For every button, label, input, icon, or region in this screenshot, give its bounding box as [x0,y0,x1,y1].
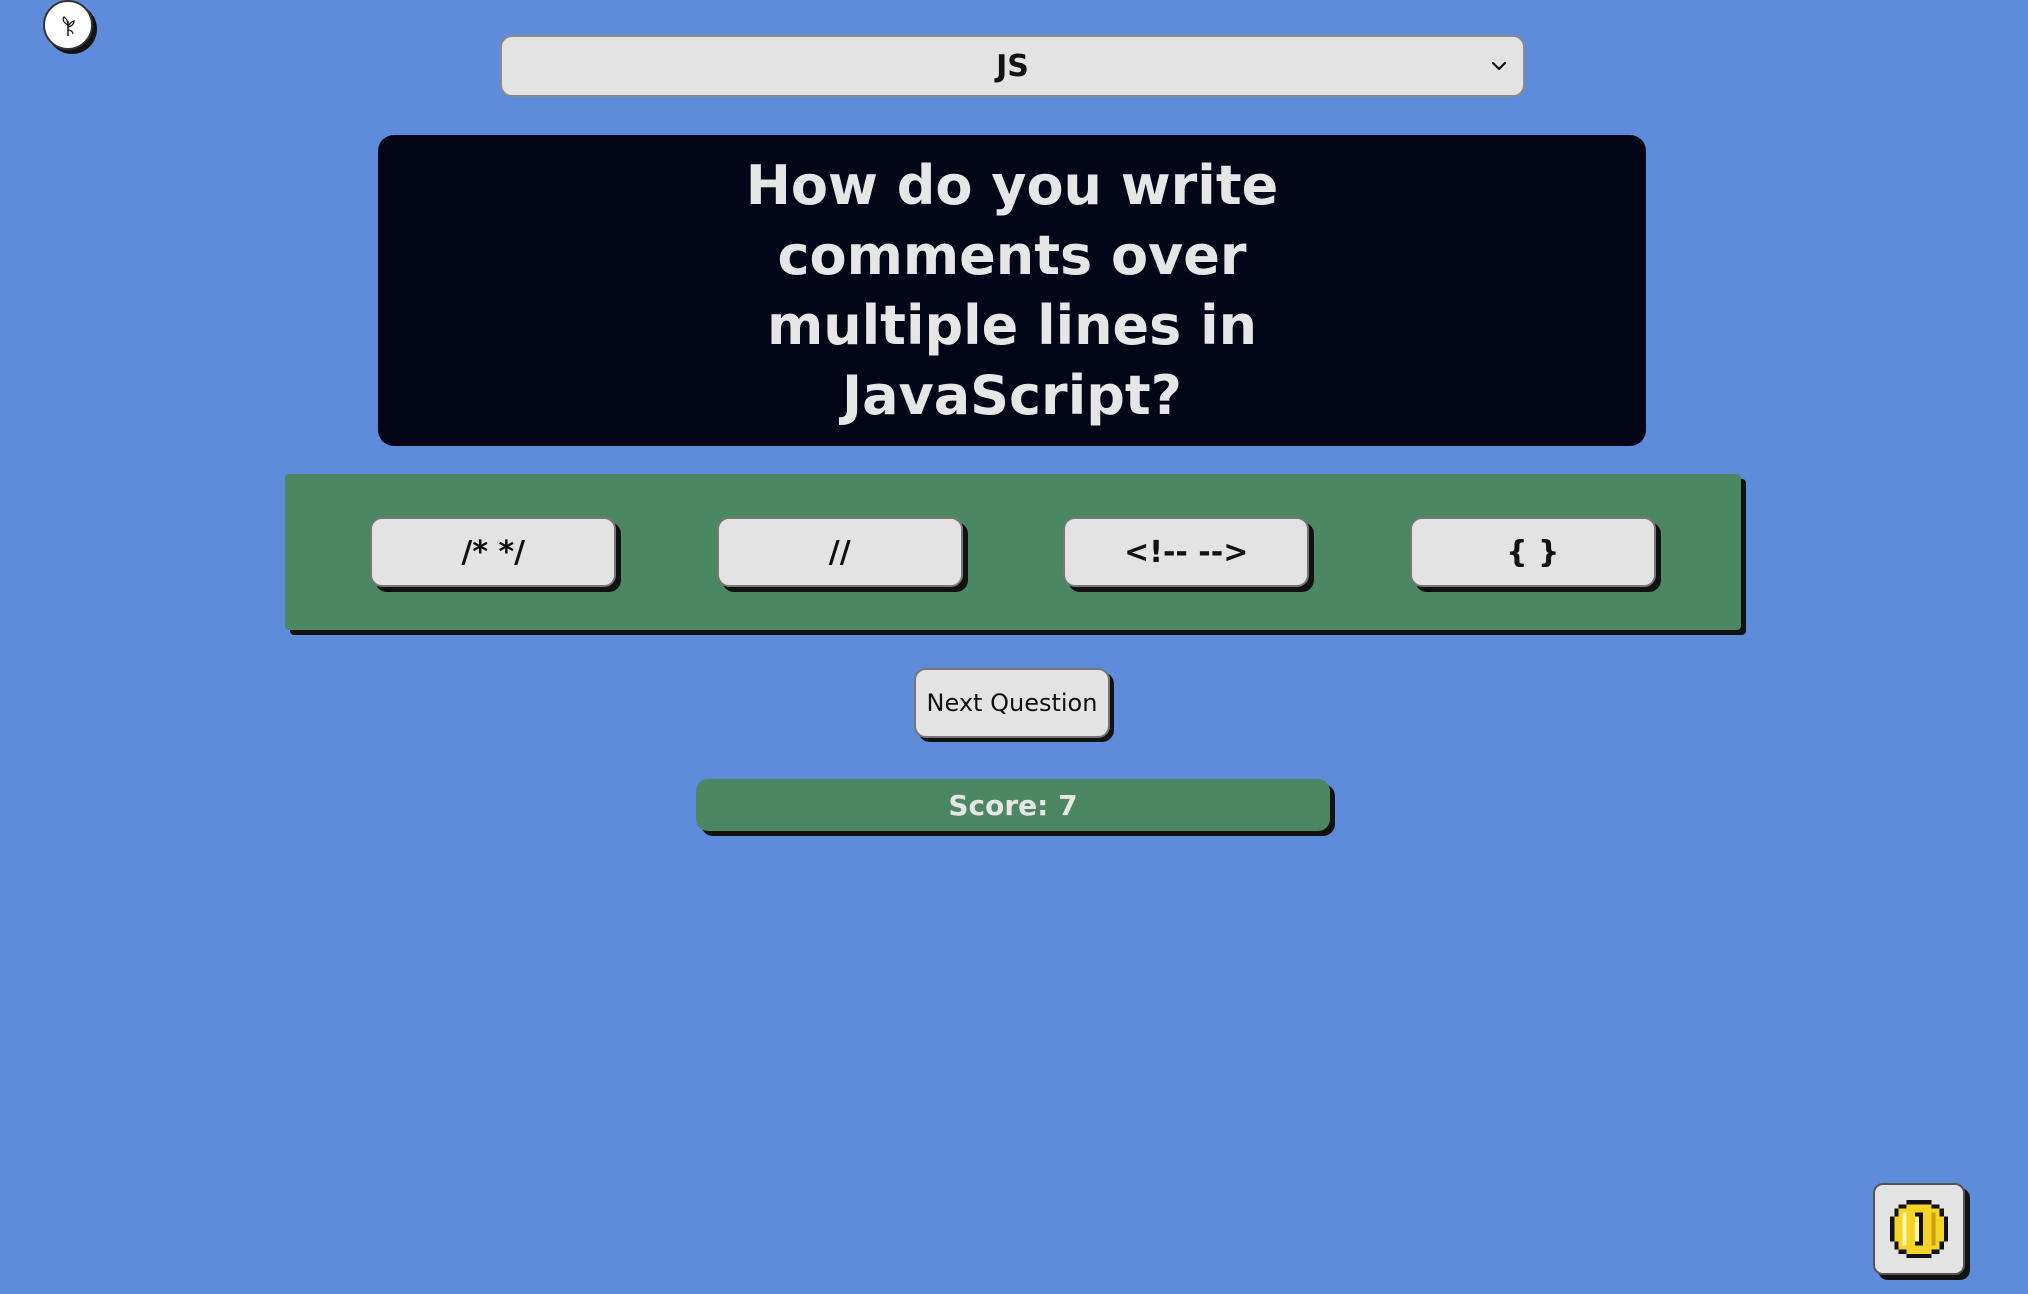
question-text: How do you write comments over multiple … [745,153,1279,427]
language-select-container: JS [500,35,1525,97]
language-select-value: JS [996,48,1029,84]
answer-button-3[interactable]: <!-- --> [1063,517,1310,587]
question-card: How do you write comments over multiple … [378,135,1646,446]
coin-icon [1890,1200,1948,1258]
score-display: Score: 7 [696,779,1330,831]
plant-icon-button[interactable] [43,0,93,50]
plant-icon [62,16,75,36]
answer-button-1[interactable]: /* */ [370,517,617,587]
language-select[interactable]: JS [500,35,1525,97]
coin-button[interactable] [1873,1183,1965,1275]
answer-button-2[interactable]: // [716,517,963,587]
answer-button-4[interactable]: { } [1409,517,1656,587]
answers-panel: /* */ // <!-- --> { } [285,474,1741,630]
chevron-down-icon [1491,61,1507,71]
next-question-button[interactable]: Next Question [914,668,1110,738]
